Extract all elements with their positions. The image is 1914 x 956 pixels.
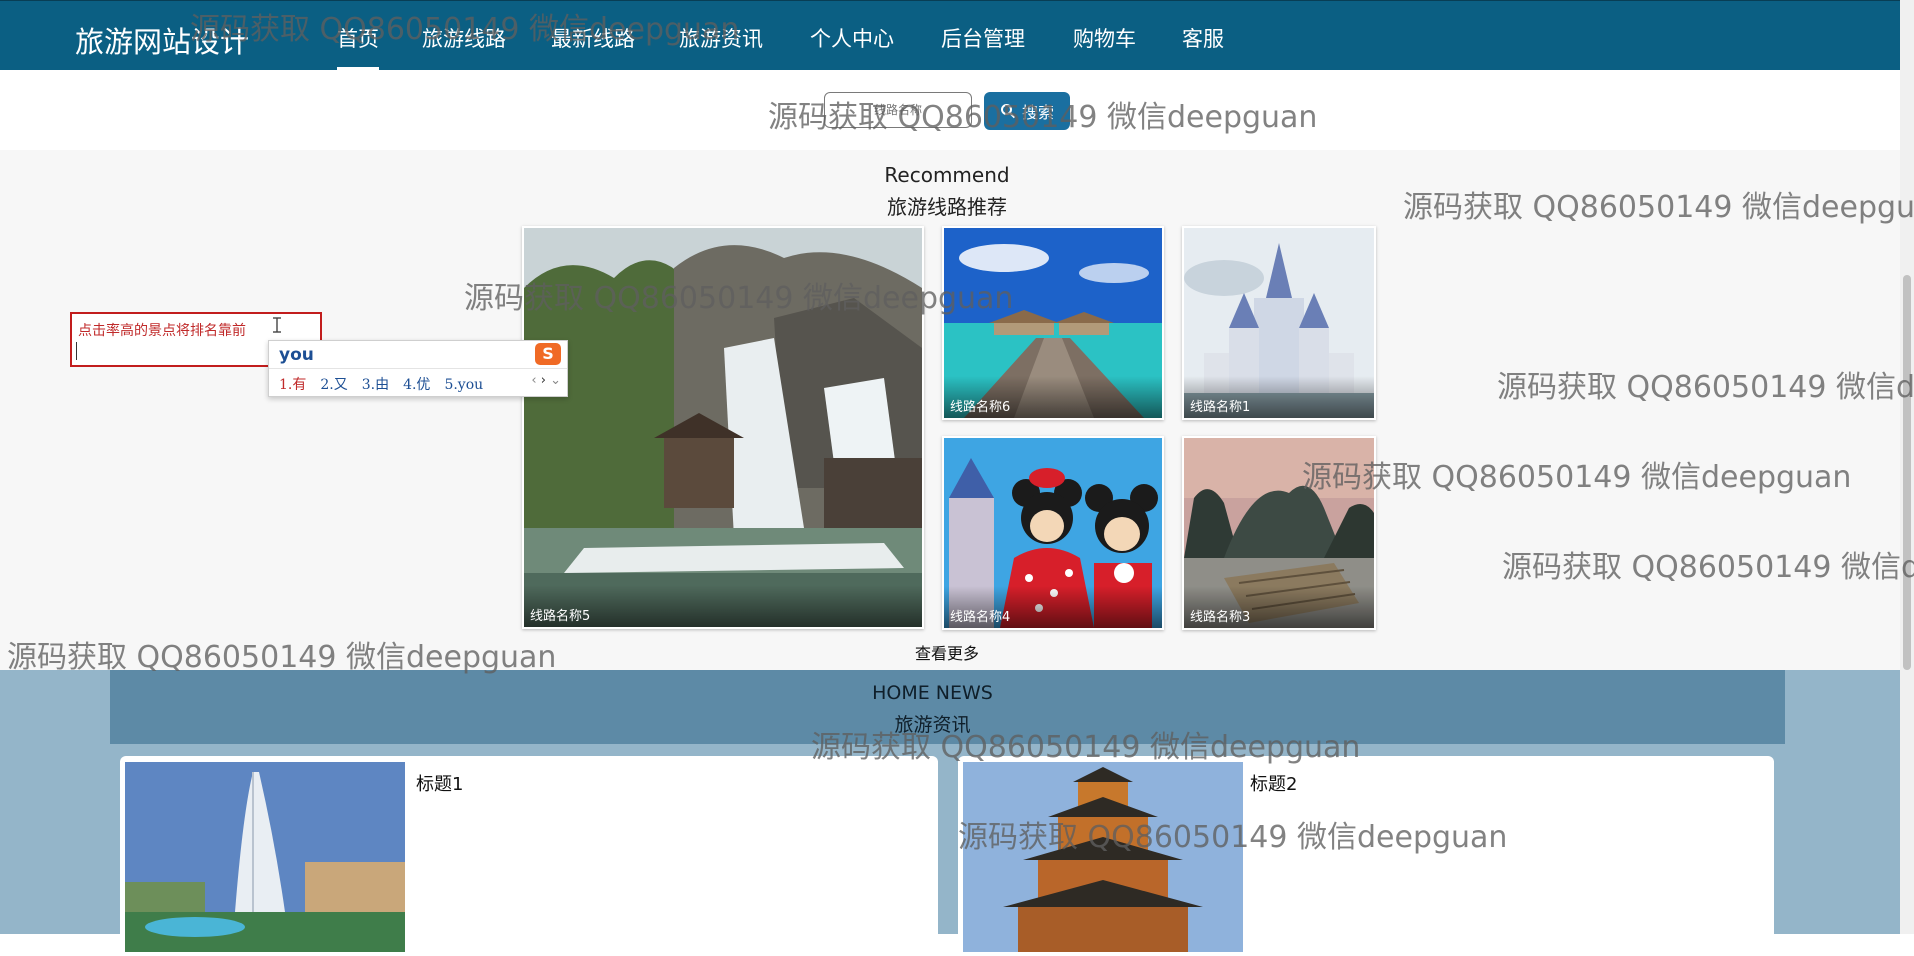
waterfall-photo <box>524 228 922 627</box>
nav-item-service[interactable]: 客服 <box>1182 23 1224 53</box>
recommend-title-en: Recommend <box>884 163 1010 187</box>
text-cursor-icon <box>273 317 281 333</box>
ime-composition-text: you <box>279 345 314 365</box>
route-card-5[interactable]: 线路名称5 <box>522 226 924 629</box>
news-item-title[interactable]: 标题2 <box>1250 770 1297 796</box>
news-title-en: HOME NEWS <box>872 682 993 704</box>
ime-candidate-window: you S 1.有 2.又 3.由 4.优 5.you ‹ › ⌄ <box>268 340 568 397</box>
ime-divider <box>269 368 567 369</box>
route-card-1[interactable]: 线路名称1 <box>1182 226 1376 420</box>
route-card-caption: 线路名称1 <box>1184 376 1374 418</box>
ime-expand-icon[interactable]: ⌄ <box>550 373 561 388</box>
news-item-title[interactable]: 标题1 <box>416 770 463 796</box>
news-card-1[interactable]: 标题1 <box>120 756 938 956</box>
ime-candidate[interactable]: 1.有 <box>279 377 306 393</box>
nav-item-cart[interactable]: 购物车 <box>1073 23 1136 53</box>
route-card-6[interactable]: 线路名称6 <box>942 226 1164 420</box>
news-image <box>125 762 405 952</box>
nav-item-routes[interactable]: 旅游线路 <box>422 23 506 53</box>
ime-candidate[interactable]: 5.you <box>444 377 483 393</box>
view-more-link[interactable]: 查看更多 <box>0 640 1894 664</box>
nav-item-travel-news[interactable]: 旅游资讯 <box>679 23 763 53</box>
site-brand[interactable]: 旅游网站设计 <box>75 19 249 61</box>
route-card-3[interactable]: 线路名称3 <box>1182 436 1376 630</box>
nav-item-home[interactable]: 首页 <box>337 23 379 70</box>
pagoda-photo <box>963 762 1243 952</box>
search-button[interactable]: 搜索 <box>984 92 1070 130</box>
scrollbar-thumb[interactable] <box>1903 275 1911 670</box>
route-card-caption: 线路名称4 <box>944 586 1162 628</box>
ime-pager: ‹ › ⌄ <box>531 373 561 388</box>
burj-al-arab-photo <box>125 762 405 952</box>
top-nav: 旅游网站设计 首页 旅游线路 最新线路 旅游资讯 个人中心 后台管理 购物车 客… <box>0 0 1900 71</box>
ime-candidate[interactable]: 4.优 <box>403 377 430 393</box>
route-card-caption: 线路名称5 <box>524 585 922 627</box>
route-card-caption: 线路名称6 <box>944 376 1162 418</box>
news-image <box>963 762 1243 952</box>
search-icon <box>1000 104 1016 119</box>
search-button-label: 搜索 <box>1021 103 1054 122</box>
ime-candidate-list: 1.有 2.又 3.由 4.优 5.you <box>279 374 497 394</box>
search-input[interactable] <box>824 92 972 128</box>
ime-candidate[interactable]: 2.又 <box>320 377 347 393</box>
news-card-2[interactable]: 标题2 <box>958 756 1774 956</box>
news-title-cn: 旅游资讯 <box>894 714 971 736</box>
route-card-caption: 线路名称3 <box>1184 586 1374 628</box>
recommend-title-cn: 旅游线路推荐 <box>887 195 1007 219</box>
annotation-text: 点击率高的景点将排名靠前 <box>78 323 246 339</box>
nav-item-user-center[interactable]: 个人中心 <box>810 23 894 53</box>
ime-prev-page-icon[interactable]: ‹ <box>531 373 536 388</box>
nav-item-latest-routes[interactable]: 最新线路 <box>551 23 635 53</box>
nav-item-admin[interactable]: 后台管理 <box>941 23 1025 53</box>
ime-next-page-icon[interactable]: › <box>541 373 546 388</box>
route-card-4[interactable]: 线路名称4 <box>942 436 1164 630</box>
text-caret <box>76 342 77 360</box>
sogou-ime-icon: S <box>535 343 561 365</box>
ime-candidate[interactable]: 3.由 <box>362 377 389 393</box>
